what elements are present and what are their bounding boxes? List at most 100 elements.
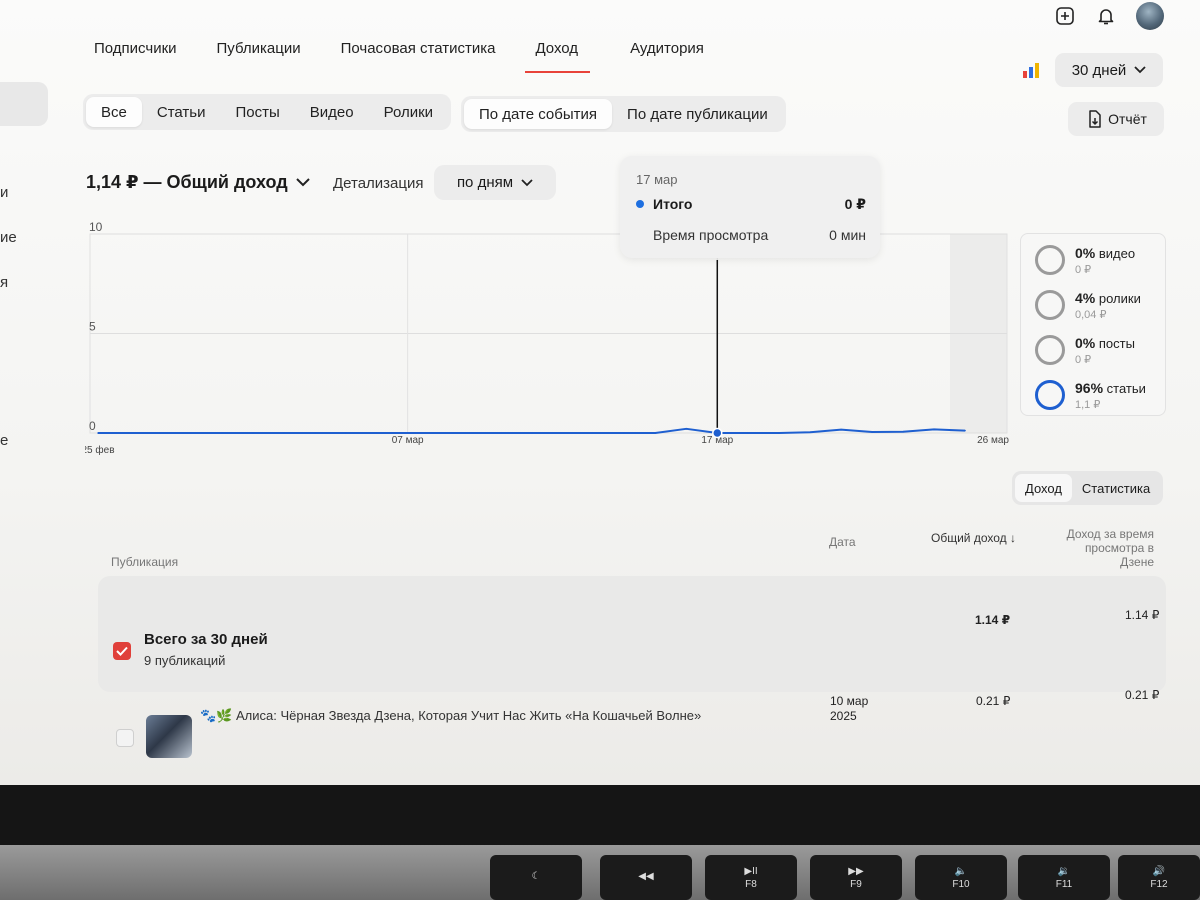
key-glyph: ☾ <box>531 871 541 882</box>
publication-date-year: 2025 <box>830 709 857 723</box>
publication-date-day: 10 мар <box>830 694 869 708</box>
filter-video[interactable]: Видео <box>295 97 369 127</box>
data-point <box>468 432 471 434</box>
bell-icon[interactable] <box>1094 4 1118 28</box>
publication-watch-income: 0.21 ₽ <box>1125 688 1160 702</box>
dzen-studio-screen: и ие я е Подписчики Публикации Почасовая… <box>0 0 1200 785</box>
chevron-down-icon <box>296 178 310 187</box>
toggle-statistics[interactable]: Статистика <box>1072 474 1160 502</box>
data-point <box>840 428 842 431</box>
detail-select[interactable]: по дням <box>434 165 556 200</box>
key-fn-label: F10 <box>952 878 970 890</box>
ring-icon <box>1035 290 1065 320</box>
data-point <box>128 432 130 434</box>
data-point <box>375 432 378 434</box>
laptop-bezel <box>0 785 1200 845</box>
data-point <box>221 432 223 434</box>
avatar[interactable] <box>1136 2 1164 30</box>
sidebar-fragment[interactable]: ие <box>0 229 17 246</box>
filter-by-publication-date[interactable]: По дате публикации <box>612 99 783 129</box>
key-glyph: ▶▶ <box>848 865 864 877</box>
sidebar-active-item[interactable] <box>0 82 48 126</box>
filter-articles[interactable]: Статьи <box>142 97 221 127</box>
ring-icon <box>1035 335 1065 365</box>
data-point <box>530 432 533 434</box>
col-header-total-income[interactable]: Общий доход ↓ <box>931 531 1016 545</box>
x-tick-label: 26 мар <box>977 435 1009 446</box>
publication-title-text: Алиса: Чёрная Звезда Дзена, Которая Учит… <box>236 708 702 723</box>
data-point <box>592 432 595 434</box>
toggle-income[interactable]: Доход <box>1015 474 1072 502</box>
filter-posts[interactable]: Посты <box>220 97 294 127</box>
data-point <box>902 431 904 433</box>
data-point <box>685 428 688 430</box>
period-label: 30 дней <box>1071 61 1127 79</box>
date-mode-filter: По дате события По дате публикации <box>461 96 786 132</box>
key-f10: 🔈 F10 <box>915 855 1007 900</box>
y-tick-label: 10 <box>89 220 103 234</box>
detail-label: Детализация <box>333 175 424 192</box>
key-f11: 🔉 F11 <box>1018 855 1110 900</box>
key-glyph: 🔈 <box>954 865 968 877</box>
legend-item-posts[interactable]: 0% посты 0 ₽ <box>1035 331 1165 371</box>
col-header-date[interactable]: Дата <box>829 535 856 549</box>
key-glyph: ▶II <box>744 865 758 877</box>
select-all-checkbox[interactable] <box>113 642 131 660</box>
publication-thumbnail[interactable] <box>146 715 192 758</box>
table-view-toggle: Доход Статистика <box>1012 471 1164 505</box>
legend-name: ролики <box>1098 291 1141 306</box>
data-point <box>654 432 657 434</box>
sidebar-fragment[interactable]: и <box>0 184 8 201</box>
data-point <box>97 432 99 434</box>
tab-hourly-stats[interactable]: Почасовая статистика <box>341 40 496 73</box>
data-point <box>747 432 750 434</box>
income-summary-dropdown[interactable]: 1,14 ₽ — Общий доход <box>86 172 310 193</box>
data-point <box>964 429 966 432</box>
report-label: Отчёт <box>1108 111 1147 127</box>
col-header-total-income-label: Общий доход <box>931 531 1007 545</box>
tooltip-total-value: 0 ₽ <box>844 196 866 212</box>
key-f8: ▶II F8 <box>705 855 797 900</box>
publication-title[interactable]: 🐾🌿 Алиса: Чёрная Звезда Дзена, Которая У… <box>200 708 701 724</box>
key-fn-label: F9 <box>850 878 862 890</box>
tab-publications[interactable]: Публикации <box>217 40 301 73</box>
bar-chart-icon <box>1022 62 1040 83</box>
col-header-watch-income[interactable]: Доход за время просмотра в Дзене <box>1048 527 1154 569</box>
col-header-watch-income-line1: Доход за время <box>1066 527 1154 541</box>
data-point <box>778 432 781 434</box>
col-header-watch-income-line2: просмотра в Дзене <box>1084 541 1154 569</box>
total-income-value: 1.14 ₽ <box>975 613 1011 627</box>
legend-item-shorts[interactable]: 4% ролики 0,04 ₽ <box>1035 286 1165 326</box>
data-point <box>344 432 347 434</box>
filter-all[interactable]: Все <box>86 97 142 127</box>
legend-item-video[interactable]: 0% видео 0 ₽ <box>1035 241 1165 281</box>
key-f12: 🔊 F12 <box>1118 855 1200 900</box>
filter-shorts[interactable]: Ролики <box>369 97 448 127</box>
series-dot <box>636 200 644 208</box>
total-subtitle: 9 публикаций <box>144 653 226 668</box>
tab-audience[interactable]: Аудитория <box>630 40 704 73</box>
sidebar-fragment[interactable]: е <box>0 432 8 449</box>
sidebar-fragment[interactable]: я <box>0 274 8 291</box>
legend-value: 0 ₽ <box>1075 354 1092 366</box>
ring-icon <box>1035 245 1065 275</box>
sort-arrow-down-icon: ↓ <box>1009 531 1016 545</box>
legend-value: 0 ₽ <box>1075 264 1092 276</box>
legend-item-articles[interactable]: 96% статьи 1,1 ₽ <box>1035 376 1165 416</box>
row-checkbox[interactable] <box>116 729 134 747</box>
data-point <box>933 428 935 431</box>
data-point <box>499 432 502 434</box>
key-fn-label: F8 <box>745 878 757 890</box>
chart-tooltip: 17 мар Итого 0 ₽ Время просмотра 0 мин <box>620 156 880 258</box>
data-point <box>406 432 409 434</box>
report-button[interactable]: Отчёт <box>1068 102 1164 136</box>
period-select[interactable]: 30 дней <box>1055 53 1163 87</box>
filter-by-event-date[interactable]: По дате события <box>464 99 613 129</box>
data-point <box>561 432 564 434</box>
tab-income[interactable]: Доход <box>525 40 591 73</box>
key-f9: ▶▶ F9 <box>810 855 902 900</box>
plus-icon[interactable] <box>1053 4 1077 28</box>
legend-value: 0,04 ₽ <box>1075 309 1107 321</box>
tab-subscribers[interactable]: Подписчики <box>94 40 177 73</box>
legend-pct: 96% <box>1075 380 1104 396</box>
